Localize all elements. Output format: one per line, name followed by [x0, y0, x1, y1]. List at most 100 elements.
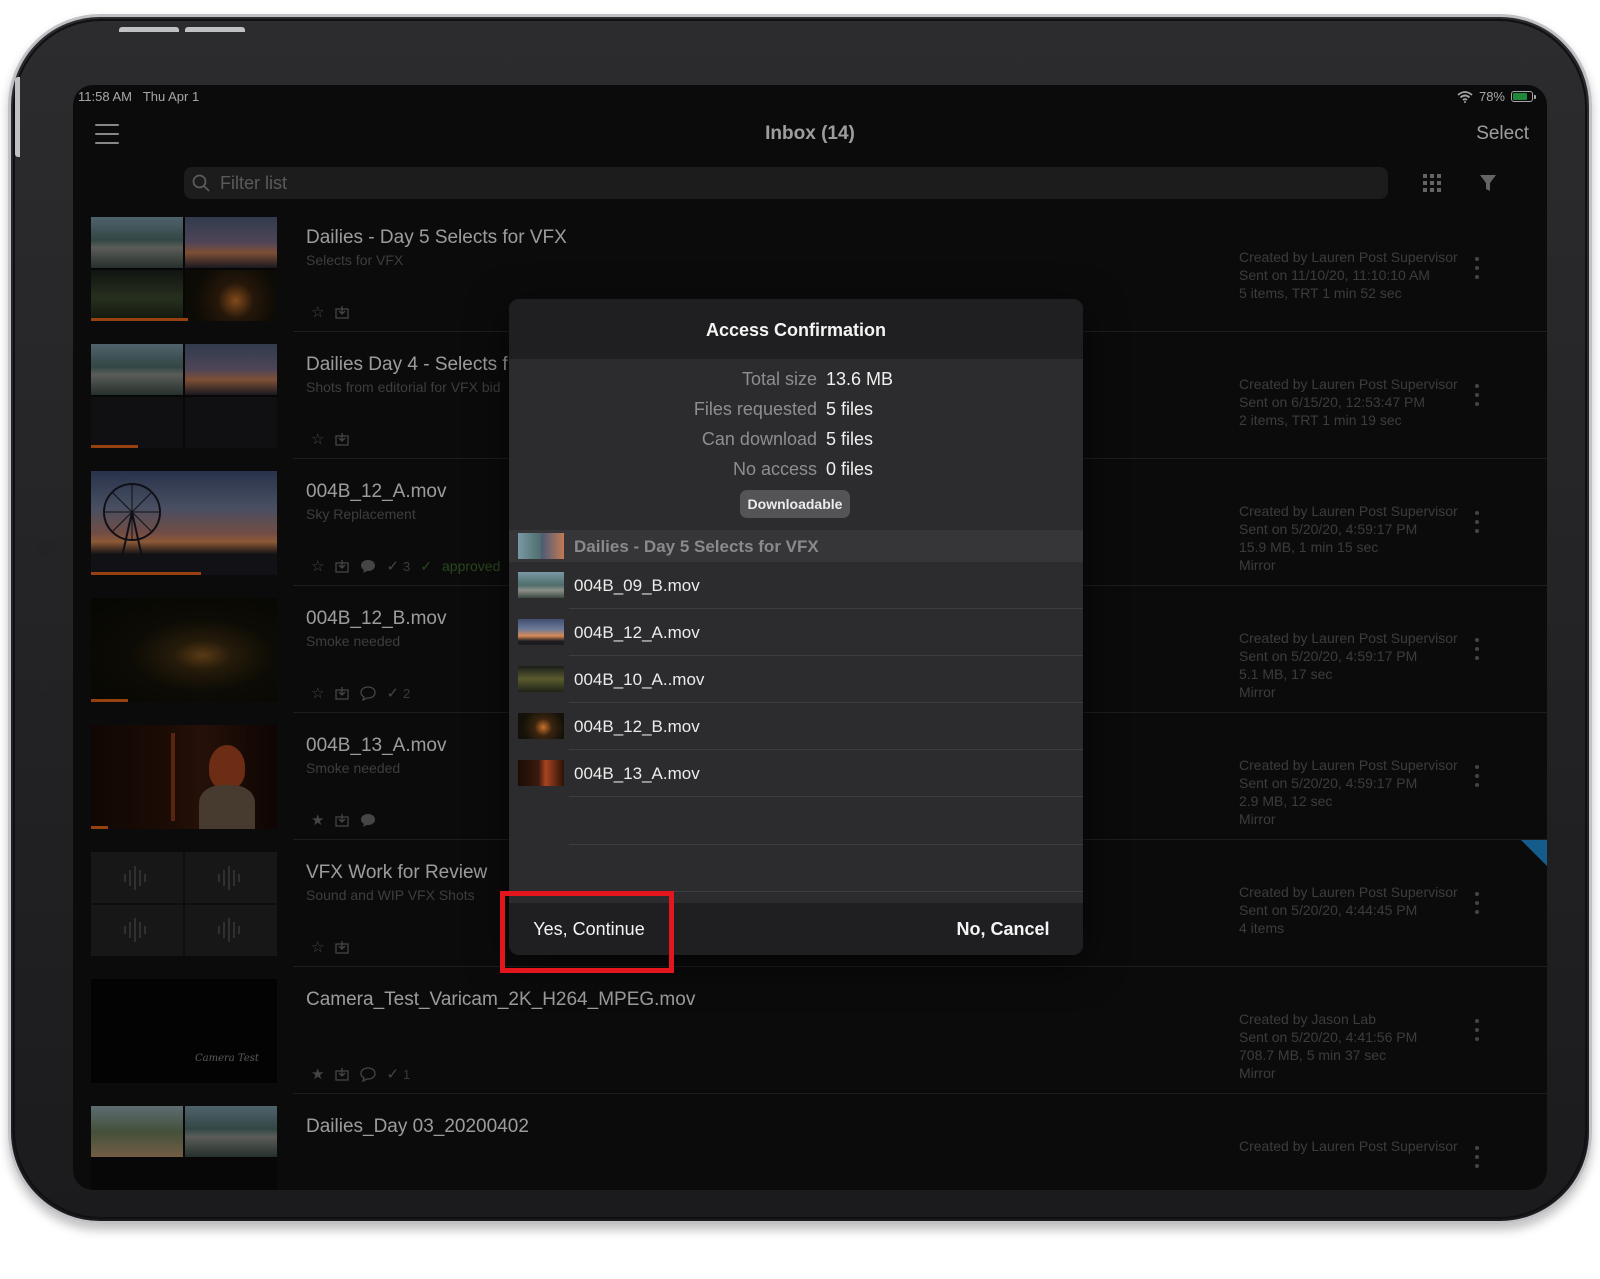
star-icon[interactable]: ☆	[311, 938, 324, 956]
row-meta: Created by Lauren Post Supervisor Sent on…	[1239, 884, 1458, 936]
row-actions: ★	[311, 811, 376, 829]
file-thumbnail	[518, 666, 564, 692]
approved-check-icon: ✓	[420, 557, 432, 574]
more-options-icon[interactable]	[1475, 892, 1481, 914]
playback-progress-bar	[91, 699, 129, 702]
app-screen: 11:58 AM Thu Apr 1 78% Inbox (14) Select	[73, 85, 1547, 1190]
audio-waveform-icon	[124, 866, 240, 942]
file-thumbnail	[518, 572, 564, 598]
thumbnail	[91, 1106, 277, 1190]
download-icon[interactable]	[334, 1066, 350, 1082]
search-row	[73, 167, 1547, 201]
row-title: 004B_13_A.mov	[306, 735, 447, 756]
row-meta: Created by Lauren Post Supervisor Sent on…	[1239, 503, 1458, 573]
divider	[569, 844, 1083, 845]
comment-icon[interactable]	[360, 1066, 377, 1082]
star-filled-icon[interactable]: ★	[311, 1065, 324, 1083]
row-subtitle: Smoke needed	[306, 633, 401, 649]
more-options-icon[interactable]	[1475, 257, 1481, 279]
status-time: 11:58 AM Thu Apr 1	[78, 89, 200, 104]
thumbnail	[91, 471, 277, 575]
file-item: 004B_13_A.mov	[509, 750, 1083, 797]
star-icon[interactable]: ☆	[311, 684, 324, 702]
file-name: 004B_09_B.mov	[574, 576, 700, 595]
file-thumbnail	[518, 619, 564, 645]
file-name: 004B_12_A.mov	[574, 623, 700, 642]
download-icon[interactable]	[334, 304, 350, 320]
row-meta: Created by Lauren Post Supervisor Sent on…	[1239, 249, 1458, 301]
more-options-icon[interactable]	[1475, 384, 1481, 406]
search-bar[interactable]	[184, 167, 1388, 199]
no-access-label: No access	[732, 459, 817, 479]
row-subtitle: Sound and WIP VFX Shots	[306, 887, 475, 903]
thumbnail: Camera Test	[91, 979, 277, 1083]
grid-view-icon[interactable]	[1423, 174, 1441, 192]
comment-icon[interactable]	[360, 685, 377, 701]
thumbnail	[91, 598, 277, 702]
star-icon[interactable]: ☆	[311, 303, 324, 321]
download-icon[interactable]	[334, 939, 350, 955]
file-item: 004B_12_B.mov	[509, 703, 1083, 750]
row-actions: ☆ ✓ 3 ✓ approved	[311, 557, 500, 576]
comment-filled-icon[interactable]	[360, 558, 376, 574]
list-item[interactable]: Dailies_Day 03_20200402 Created by Laure…	[73, 1094, 1547, 1190]
more-options-icon[interactable]	[1475, 1146, 1481, 1168]
file-item: 004B_10_A..mov	[509, 656, 1083, 703]
star-icon[interactable]: ☆	[311, 430, 324, 448]
status-bar: 11:58 AM Thu Apr 1 78%	[73, 85, 1547, 109]
row-meta: Created by Lauren Post Supervisor Sent on…	[1239, 376, 1458, 428]
group-title: Dailies - Day 5 Selects for VFX	[574, 537, 819, 556]
camera-dot	[37, 539, 55, 557]
highlight-box	[500, 891, 674, 973]
star-filled-icon[interactable]: ★	[311, 811, 324, 829]
volume-button	[119, 27, 179, 32]
volume-button	[185, 27, 245, 32]
row-title: Dailies - Day 5 Selects for VFX	[306, 227, 567, 248]
thumbnail	[91, 217, 277, 321]
more-options-icon[interactable]	[1475, 638, 1481, 660]
thumbnail	[91, 344, 277, 448]
status-indicators: 78%	[1457, 89, 1536, 104]
files-requested-value: 5 files	[826, 399, 874, 419]
approval-count: 1	[403, 1066, 411, 1082]
thumbnail	[91, 725, 277, 829]
star-icon[interactable]: ☆	[311, 557, 324, 575]
nav-bar: Inbox (14) Select	[73, 111, 1547, 159]
group-header: Dailies - Day 5 Selects for VFX	[509, 530, 1083, 562]
access-confirmation-dialog: Access Confirmation Total size 13.6 MB F…	[509, 299, 1083, 955]
row-title: Dailies_Day 03_20200402	[306, 1116, 529, 1137]
ferris-wheel-graphic	[103, 483, 161, 557]
row-subtitle: Smoke needed	[306, 760, 401, 776]
download-icon[interactable]	[334, 812, 350, 828]
more-options-icon[interactable]	[1475, 1019, 1481, 1041]
row-actions: ☆	[311, 303, 350, 321]
row-actions: ☆ ✓ 2	[311, 684, 410, 702]
row-subtitle: Selects for VFX	[306, 252, 404, 268]
row-title: Dailies Day 4 - Selects f	[306, 354, 508, 375]
playback-progress-bar	[91, 318, 188, 321]
more-options-icon[interactable]	[1475, 765, 1481, 787]
checkmark-icon: ✓	[386, 1066, 400, 1083]
no-cancel-button[interactable]: No, Cancel	[923, 903, 1083, 955]
battery-percent: 78%	[1478, 89, 1505, 104]
more-options-icon[interactable]	[1475, 511, 1481, 533]
no-access-value: 0 files	[826, 459, 874, 479]
row-actions: ★ ✓ 1	[311, 1065, 410, 1083]
total-size-value: 13.6 MB	[826, 369, 894, 389]
select-button[interactable]: Select	[1476, 123, 1529, 145]
top-button	[15, 77, 20, 157]
row-meta: Created by Jason Lab Sent on 5/20/20, 4:4…	[1239, 1011, 1418, 1081]
filter-icon[interactable]	[1479, 173, 1497, 193]
download-icon[interactable]	[334, 558, 350, 574]
total-size-row: Total size 13.6 MB	[509, 364, 1083, 394]
new-item-flag	[1521, 840, 1547, 866]
total-size-label: Total size	[741, 369, 817, 389]
list-item[interactable]: Camera Test Camera_Test_Varicam_2K_H264_…	[73, 967, 1547, 1094]
dialog-header: Access Confirmation	[509, 299, 1083, 359]
row-title: Camera_Test_Varicam_2K_H264_MPEG.mov	[306, 989, 696, 1010]
download-icon[interactable]	[334, 431, 350, 447]
comment-filled-icon[interactable]	[360, 812, 376, 828]
download-icon[interactable]	[334, 685, 350, 701]
search-input[interactable]	[220, 167, 1120, 199]
row-title: 004B_12_A.mov	[306, 481, 447, 502]
